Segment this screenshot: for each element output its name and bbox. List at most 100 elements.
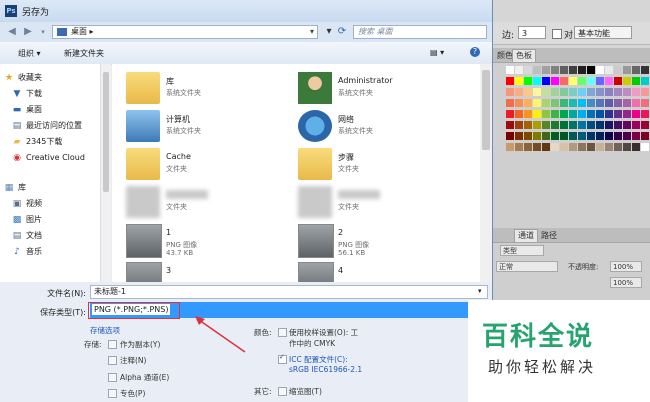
color-swatch[interactable] (560, 110, 568, 118)
color-swatch[interactable] (515, 110, 523, 118)
file-item[interactable]: 网络 系统文件夹 (298, 108, 468, 146)
color-swatch[interactable] (641, 121, 649, 129)
color-swatch[interactable] (506, 77, 514, 85)
layer-kind-select[interactable]: 类型 (500, 245, 544, 256)
color-swatch[interactable] (596, 121, 604, 129)
file-item[interactable]: 文件夹 (298, 184, 468, 222)
color-swatch[interactable] (614, 143, 622, 151)
color-swatch[interactable] (551, 143, 559, 151)
color-swatch[interactable] (542, 88, 550, 96)
color-swatch[interactable] (605, 66, 613, 74)
color-swatch[interactable] (506, 143, 514, 151)
back-arrow-icon[interactable]: ◀ (4, 25, 20, 39)
color-swatch[interactable] (578, 99, 586, 107)
color-swatch[interactable] (632, 99, 640, 107)
color-swatch[interactable] (623, 66, 631, 74)
file-list-scrollbar-thumb[interactable] (482, 70, 490, 150)
filename-dropdown-icon[interactable]: ▾ (478, 287, 482, 295)
file-item[interactable]: 计算机 系统文件夹 (126, 108, 296, 146)
color-swatch[interactable] (506, 132, 514, 140)
color-swatch[interactable] (560, 121, 568, 129)
notes-checkbox[interactable] (108, 356, 117, 365)
color-swatch[interactable] (524, 121, 532, 129)
view-options-icon[interactable]: ▤ ▾ (430, 48, 444, 57)
color-swatch[interactable] (614, 66, 622, 74)
color-swatch[interactable] (560, 88, 568, 96)
color-swatch[interactable] (605, 121, 613, 129)
color-swatch[interactable] (596, 77, 604, 85)
color-swatch[interactable] (605, 88, 613, 96)
navigation-scrollbar-thumb[interactable] (103, 72, 109, 192)
organize-button[interactable]: 组织 ▾ (18, 48, 41, 59)
color-swatch[interactable] (506, 99, 514, 107)
color-swatch[interactable] (524, 143, 532, 151)
spot-checkbox[interactable] (108, 389, 117, 398)
color-swatch[interactable] (506, 66, 514, 74)
color-swatch[interactable] (614, 77, 622, 85)
color-swatch[interactable] (569, 99, 577, 107)
color-swatch[interactable] (632, 143, 640, 151)
color-swatch[interactable] (542, 110, 550, 118)
tab-swatches[interactable]: 色板 (512, 49, 536, 62)
color-swatch[interactable] (596, 143, 604, 151)
align-checkbox[interactable] (552, 29, 562, 39)
color-swatch[interactable] (605, 77, 613, 85)
color-swatch[interactable] (641, 66, 649, 74)
color-swatch[interactable] (632, 88, 640, 96)
color-swatch[interactable] (623, 132, 631, 140)
color-swatch[interactable] (533, 77, 541, 85)
color-swatch[interactable] (515, 77, 523, 85)
color-swatch[interactable] (569, 77, 577, 85)
color-swatch[interactable] (569, 88, 577, 96)
color-swatch[interactable] (542, 77, 550, 85)
color-swatch[interactable] (578, 88, 586, 96)
color-swatch[interactable] (524, 77, 532, 85)
color-swatch[interactable] (632, 66, 640, 74)
color-swatch[interactable] (632, 77, 640, 85)
color-swatch[interactable] (506, 88, 514, 96)
color-swatch[interactable] (641, 99, 649, 107)
thumbnail-checkbox[interactable] (278, 387, 287, 396)
color-swatch[interactable] (641, 110, 649, 118)
tab-paths[interactable]: 路径 (538, 230, 560, 241)
color-swatch[interactable] (596, 132, 604, 140)
color-swatch[interactable] (623, 110, 631, 118)
color-swatch[interactable] (524, 132, 532, 140)
color-swatch[interactable] (641, 77, 649, 85)
color-swatch[interactable] (623, 99, 631, 107)
color-swatch[interactable] (641, 143, 649, 151)
proof-checkbox[interactable] (278, 328, 287, 337)
color-swatch[interactable] (587, 121, 595, 129)
color-swatch[interactable] (623, 77, 631, 85)
color-swatch[interactable] (560, 143, 568, 151)
color-swatch[interactable] (569, 143, 577, 151)
color-swatch[interactable] (623, 143, 631, 151)
color-swatch[interactable] (605, 143, 613, 151)
file-item[interactable]: 步骤 文件夹 (298, 146, 468, 184)
color-swatch[interactable] (587, 99, 595, 107)
color-swatch[interactable] (623, 121, 631, 129)
color-swatch[interactable] (524, 66, 532, 74)
color-swatch[interactable] (551, 110, 559, 118)
color-swatch[interactable] (524, 110, 532, 118)
color-swatch[interactable] (578, 77, 586, 85)
new-folder-button[interactable]: 新建文件夹 (64, 48, 104, 59)
search-input[interactable]: 搜索 桌面 (353, 25, 487, 39)
color-swatch[interactable] (614, 110, 622, 118)
color-swatch[interactable] (560, 99, 568, 107)
color-swatch[interactable] (596, 66, 604, 74)
color-swatch[interactable] (533, 110, 541, 118)
help-icon[interactable]: ? (470, 47, 480, 57)
filename-input[interactable]: 未标题-1 (90, 285, 488, 299)
color-swatch[interactable] (605, 132, 613, 140)
color-swatch[interactable] (551, 99, 559, 107)
color-swatch[interactable] (578, 121, 586, 129)
color-swatch[interactable] (596, 88, 604, 96)
fill-input[interactable]: 100% (610, 277, 642, 288)
color-swatch[interactable] (578, 143, 586, 151)
opacity-input[interactable]: 100% (610, 261, 642, 272)
color-swatch[interactable] (632, 110, 640, 118)
file-item[interactable]: 文件夹 (126, 184, 296, 222)
color-swatch[interactable] (623, 88, 631, 96)
color-swatch[interactable] (515, 132, 523, 140)
